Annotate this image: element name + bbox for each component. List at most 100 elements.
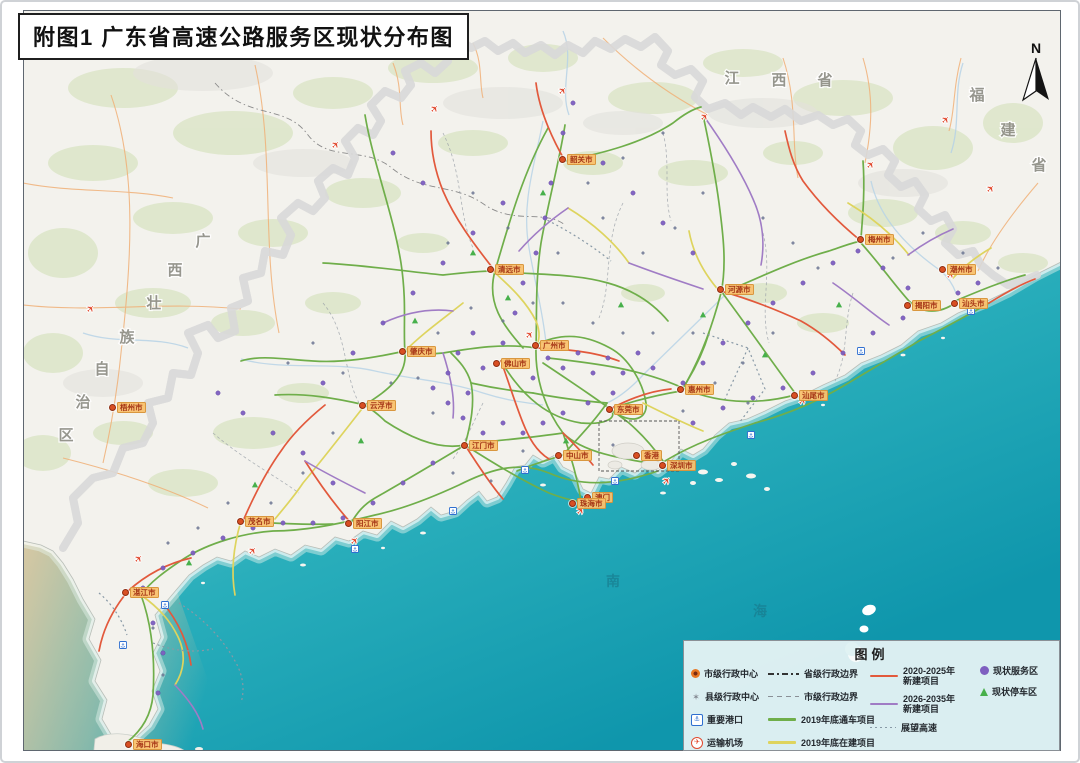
service-area-icon	[721, 406, 725, 410]
service-area-icon	[241, 411, 245, 415]
service-area-icon	[341, 516, 345, 520]
legend-item: 2019年底通车项目	[768, 708, 875, 731]
legend-item: 2020-2025年新建项目	[870, 662, 961, 690]
legend-item: ✈运输机场	[691, 731, 759, 754]
province-label-char: 壮	[146, 294, 161, 312]
service-area-icon	[586, 401, 590, 405]
legend-item: ⚓ 重要港口	[691, 708, 759, 731]
service-area-icon	[611, 391, 615, 395]
legend-item-label: 2019年底通车项目	[801, 715, 875, 725]
service-area-icon	[881, 266, 885, 270]
service-area-icon	[856, 249, 860, 253]
service-area-icon	[521, 281, 525, 285]
service-area-icon	[441, 261, 445, 265]
province-label-char: 广	[195, 232, 210, 250]
service-area-icon	[466, 391, 470, 395]
port-icon: ⚓	[522, 467, 529, 475]
province-label-char: 西	[167, 262, 182, 279]
service-area-icon	[541, 421, 545, 425]
province-label-char: 区	[58, 427, 73, 444]
legend-item-label: 省级行政边界	[804, 669, 858, 679]
legend-item-label: 运输机场	[707, 738, 743, 748]
service-area-icon	[216, 391, 220, 395]
service-area-icon	[701, 361, 705, 365]
islet	[195, 747, 203, 751]
service-area-icon	[271, 431, 275, 435]
service-area-icon	[191, 551, 195, 555]
service-area-icon	[831, 261, 835, 265]
service-area-icon	[561, 366, 565, 370]
service-area-icon	[321, 381, 325, 385]
service-area-icon	[546, 356, 550, 360]
legend-line-dashdot	[768, 673, 799, 675]
service-area-icon	[561, 411, 565, 415]
province-label-char: 福	[968, 86, 984, 104]
legend-column-boundaries-roads: 省级行政边界市级行政边界2019年底通车项目2019年底在建项目	[768, 662, 875, 754]
service-area-icon	[746, 321, 750, 325]
port-icon: ⚓	[858, 348, 865, 356]
service-area-icon	[801, 281, 805, 285]
province-label-char: 省	[816, 71, 832, 89]
service-area-icon	[421, 181, 425, 185]
service-area-icon	[351, 351, 355, 355]
service-area-icon	[531, 376, 535, 380]
service-area-icon	[651, 366, 655, 370]
legend-line-green	[768, 718, 796, 720]
service-area-icon	[481, 366, 485, 370]
svg-text:⚓: ⚓	[858, 348, 863, 355]
parking-area-icon	[980, 688, 988, 696]
service-area-icon	[281, 521, 285, 525]
svg-text:⚓: ⚓	[968, 308, 973, 315]
service-area-icon	[871, 331, 875, 335]
port-icon: ⚓	[162, 602, 169, 610]
service-area-icon	[561, 131, 565, 135]
legend-item: 市级行政边界	[768, 685, 875, 708]
service-area-icon	[516, 361, 520, 365]
service-area-icon	[956, 291, 960, 295]
service-area-icon	[381, 321, 385, 325]
service-area-icon	[661, 221, 665, 225]
legend-item: ✶县级行政中心	[691, 685, 759, 708]
legend-column-areas: 现状服务区现状停车区	[980, 660, 1038, 702]
legend-line-purple	[870, 703, 898, 705]
sea-label-char: 南	[606, 573, 620, 589]
port-icon: ⚓	[968, 308, 975, 316]
service-area-icon	[681, 381, 685, 385]
service-area-icon	[501, 201, 505, 205]
legend-item: 省级行政边界	[768, 662, 875, 685]
service-area-icon	[371, 501, 375, 505]
legend-item: 展望高速	[870, 718, 961, 737]
service-area-icon	[513, 311, 517, 315]
province-label-char: 自	[94, 360, 109, 378]
service-area-icon	[771, 301, 775, 305]
map-title: 附图1 广东省高速公路服务区现状分布图	[18, 13, 469, 60]
county-center-icon: ✶	[691, 692, 701, 702]
service-area-icon	[301, 451, 305, 455]
province-label-char: 治	[75, 393, 90, 411]
sea-label-char: 海	[753, 603, 767, 619]
province-label-char: 省	[1030, 156, 1046, 174]
service-area-icon	[161, 566, 165, 570]
legend-column-symbols: 市级行政中心✶县级行政中心⚓重要港口✈运输机场	[691, 662, 759, 754]
legend-item: 2026-2035年新建项目	[870, 690, 961, 718]
port-icon: ⚓	[691, 714, 703, 726]
legend-item-label: 2020-2025年新建项目	[903, 666, 961, 686]
map-document-page: ⚓⚓⚓⚓⚓⚓⚓⚓⚓ ✈✈✈✈✈✈✈✈✈✈✈✈✈✈✈✈ 广西壮族自治区江西省福建省…	[0, 0, 1080, 763]
service-area-icon	[636, 351, 640, 355]
legend-item-label: 重要港口	[707, 715, 743, 725]
service-area-icon	[446, 401, 450, 405]
service-area-icon	[251, 526, 255, 530]
service-area-icon	[906, 286, 910, 290]
service-area-icon	[781, 386, 785, 390]
province-label-char: 西	[771, 72, 786, 89]
province-label-char: 建	[1000, 121, 1016, 139]
svg-text:⚓: ⚓	[120, 642, 125, 649]
service-area-icon	[401, 481, 405, 485]
legend-item: 现状停车区	[980, 681, 1038, 702]
service-area-icon	[901, 316, 905, 320]
legend-item: 现状服务区	[980, 660, 1038, 681]
service-area-icon	[931, 301, 935, 305]
service-area-icon	[471, 331, 475, 335]
legend-item-label: 2026-2035年新建项目	[903, 694, 961, 714]
service-area-icon	[501, 341, 505, 345]
